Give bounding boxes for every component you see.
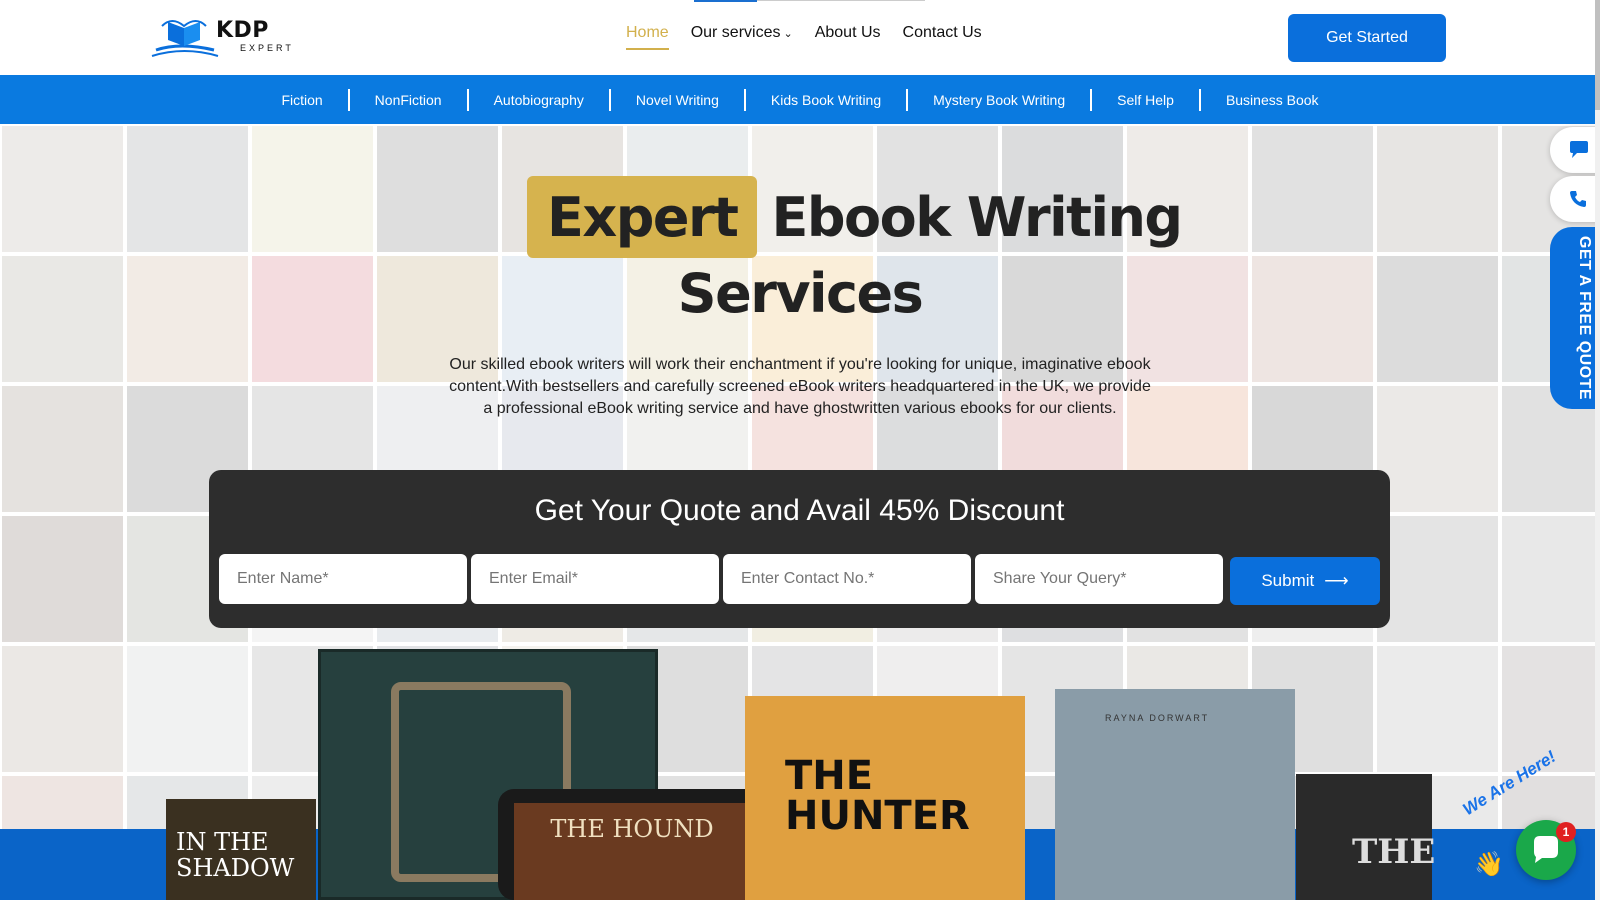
book-dragon: RAYNA DORWART (1055, 689, 1295, 900)
book-dragon-author: RAYNA DORWART (1105, 713, 1210, 723)
book-the: THE (1296, 774, 1436, 900)
logo-subtext: EXPERT (240, 43, 294, 53)
query-field[interactable] (975, 554, 1223, 604)
category-self-help[interactable]: Self Help (1092, 88, 1201, 111)
hero-title-highlight: Expert (527, 176, 758, 258)
main-nav: Home Our services ⌄ About Us Contact Us (626, 24, 982, 50)
email-field[interactable] (471, 554, 719, 604)
tablet-screen: THE HOUND (514, 803, 750, 900)
book-in-the-shadow-title: IN THE SHADOW (176, 828, 295, 882)
hero-section: Expert Ebook Writing Services Our skille… (0, 124, 1600, 900)
name-field[interactable] (219, 554, 467, 604)
free-quote-tab[interactable]: GET A FREE QUOTE (1550, 227, 1600, 409)
category-fiction[interactable]: Fiction (256, 88, 350, 111)
phone-icon (1570, 191, 1586, 207)
book-logo-icon (151, 20, 219, 57)
quote-form-title: Get Your Quote and Avail 45% Discount (534, 494, 1065, 527)
book-the-title: THE (1352, 832, 1436, 872)
scrollbar[interactable] (1595, 0, 1600, 900)
category-nonfiction[interactable]: NonFiction (350, 88, 469, 111)
tablet-the-hound: THE HOUND (498, 789, 766, 900)
book-the-hunter-title: THE HUNTER (785, 753, 970, 839)
nav-indicator (694, 0, 757, 2)
site-header: KDP EXPERT Home Our services ⌄ About Us C… (0, 0, 1600, 75)
chevron-down-icon: ⌄ (783, 28, 793, 40)
submit-button[interactable]: Submit ⟶ (1230, 557, 1380, 605)
scrollbar-thumb[interactable] (1595, 0, 1600, 110)
submit-label: Submit (1261, 571, 1315, 590)
kdp-logo[interactable]: KDP EXPERT (150, 12, 300, 62)
hero-title-line2: Services (677, 262, 924, 325)
book-in-the-shadow: IN THE SHADOW (166, 799, 316, 900)
book-the-hound-title: THE HOUND (550, 815, 714, 843)
nav-divider (757, 0, 925, 1)
nav-home[interactable]: Home (626, 24, 669, 50)
category-autobiography[interactable]: Autobiography (469, 88, 611, 111)
chat-side-button[interactable] (1550, 127, 1600, 173)
nav-our-services[interactable]: Our services ⌄ (691, 24, 793, 50)
nav-our-services-label: Our services (690, 24, 781, 41)
phone-side-button[interactable] (1550, 176, 1600, 222)
logo-text: KDP (216, 18, 269, 43)
quote-form: Get Your Quote and Avail 45% Discount Su… (209, 470, 1390, 628)
nav-about-us[interactable]: About Us (815, 24, 881, 50)
category-mystery-book-writing[interactable]: Mystery Book Writing (908, 88, 1093, 111)
arrow-right-icon: ⟶ (1324, 571, 1349, 590)
hero-title: Expert Ebook Writing (527, 176, 1183, 258)
book-the-hunter: THE HUNTER (745, 696, 1025, 900)
category-novel-writing[interactable]: Novel Writing (611, 88, 746, 111)
hero-description: Our skilled ebook writers will work thei… (449, 356, 1151, 417)
waving-hand-icon: 👋 (1474, 851, 1504, 878)
chat-bubble-icon (1570, 141, 1588, 158)
hero-title-rest: Ebook Writing (771, 185, 1183, 249)
category-kids-book-writing[interactable]: Kids Book Writing (746, 88, 909, 111)
nav-contact-us[interactable]: Contact Us (903, 24, 982, 50)
category-bar: Fiction NonFiction Autobiography Novel W… (0, 75, 1600, 124)
free-quote-label: GET A FREE QUOTE (1576, 235, 1593, 401)
category-business-book[interactable]: Business Book (1201, 89, 1344, 111)
contact-field[interactable] (723, 554, 971, 604)
get-started-button[interactable]: Get Started (1288, 14, 1446, 62)
chat-notification-badge: 1 (1556, 822, 1576, 842)
